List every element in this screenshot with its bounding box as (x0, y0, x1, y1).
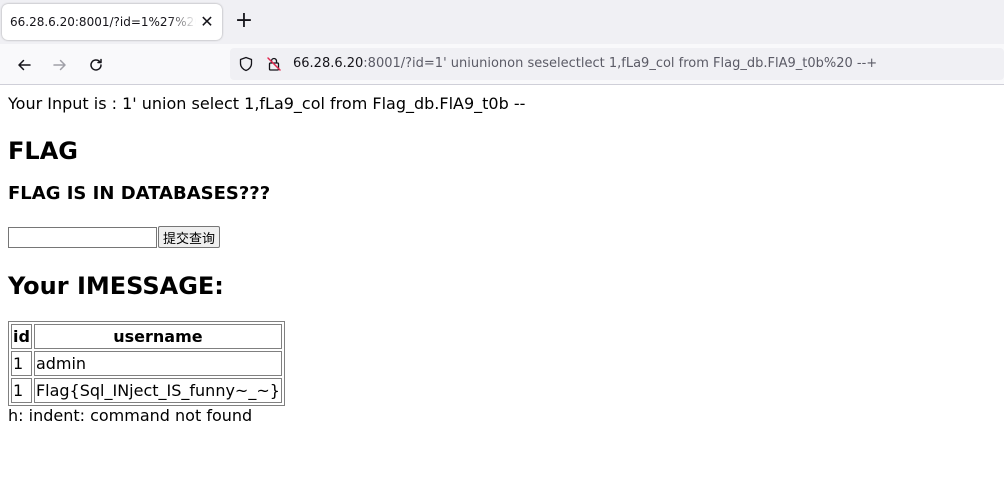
close-icon[interactable]: ✕ (198, 13, 216, 31)
error-output: h: indent: command not found (8, 406, 253, 425)
results-table: id username 1 admin 1 Flag{Sql_INject_IS… (8, 321, 285, 406)
query-form: 提交查询 (8, 226, 998, 248)
page-content: Your Input is : 1' union select 1,fLa9_c… (8, 94, 998, 426)
tab-strip: 66.28.6.20:8001/?id=1%27%20union%20selec… (0, 0, 1004, 44)
query-input[interactable] (8, 226, 157, 248)
back-icon[interactable] (12, 53, 36, 77)
browser-tab[interactable]: 66.28.6.20:8001/?id=1%27%20union%20selec… (2, 4, 222, 40)
table-row: 1 admin (11, 351, 282, 376)
reload-icon[interactable] (84, 53, 108, 77)
cell-username: admin (33, 351, 282, 376)
message-heading: Your IMESSAGE: (8, 272, 224, 300)
forward-icon[interactable] (48, 53, 72, 77)
table-row: 1 Flag{Sql_INject_IS_funny~_~} (11, 378, 282, 403)
shield-icon[interactable] (238, 56, 254, 72)
url-host: 66.28.6.20 (293, 56, 364, 71)
cell-id: 1 (11, 351, 32, 376)
table-header-row: id username (11, 324, 282, 349)
url-rest: :8001/?id=1' uniunionon seselectlect 1,f… (363, 56, 878, 71)
input-echo: Your Input is : 1' union select 1,fLa9_c… (8, 94, 526, 113)
page-heading: FLAG (8, 137, 78, 165)
column-header-username: username (33, 324, 282, 349)
cell-username: Flag{Sql_INject_IS_funny~_~} (33, 378, 282, 403)
cell-id: 1 (11, 378, 32, 403)
new-tab-icon[interactable]: + (232, 10, 256, 34)
tab-title: 66.28.6.20:8001/?id=1%27%20union%20selec… (10, 15, 196, 29)
page-subheading: FLAG IS IN DATABASES??? (8, 183, 271, 204)
column-header-id: id (11, 324, 32, 349)
navigation-bar: 66.28.6.20:8001/?id=1' uniunionon sesele… (0, 44, 1004, 85)
insecure-lock-icon[interactable] (266, 56, 282, 72)
submit-query-button[interactable]: 提交查询 (158, 226, 221, 248)
url-bar[interactable]: 66.28.6.20:8001/?id=1' uniunionon sesele… (230, 48, 1004, 80)
url-text[interactable]: 66.28.6.20:8001/?id=1' uniunionon sesele… (293, 56, 877, 71)
